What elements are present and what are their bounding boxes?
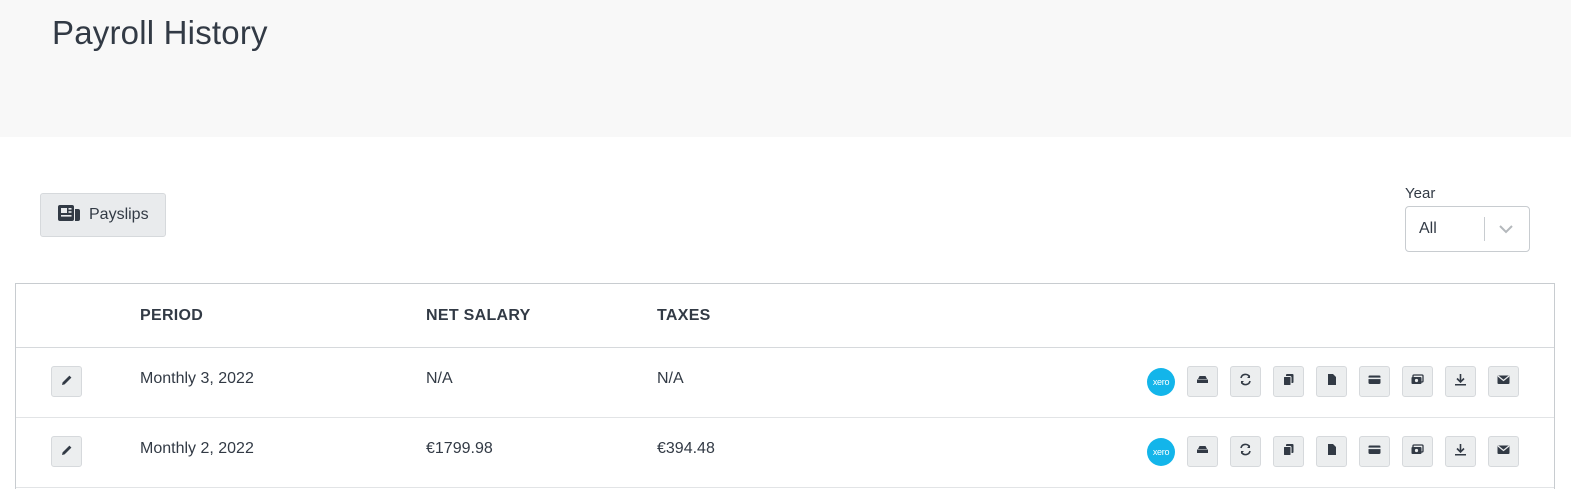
pencil-icon — [61, 443, 73, 461]
bank-icon — [1196, 443, 1209, 461]
bank-button[interactable] — [1187, 436, 1218, 467]
download-icon — [1454, 373, 1467, 391]
card-button[interactable] — [1359, 366, 1390, 397]
file-button[interactable] — [1316, 366, 1347, 397]
money-button[interactable] — [1402, 366, 1433, 397]
file-icon — [1325, 373, 1338, 391]
taxes-cell: N/A — [657, 370, 684, 387]
bank-button[interactable] — [1187, 366, 1218, 397]
email-button[interactable] — [1488, 436, 1519, 467]
period-cell: Monthly 2, 2022 — [140, 440, 254, 457]
envelope-icon — [1497, 373, 1510, 391]
money-button[interactable] — [1402, 436, 1433, 467]
net-salary-cell: N/A — [426, 370, 453, 387]
sync-button[interactable] — [1230, 366, 1261, 397]
year-select-value: All — [1419, 220, 1437, 237]
download-button[interactable] — [1445, 366, 1476, 397]
column-header-net-salary[interactable]: NET SALARY — [426, 307, 531, 325]
file-button[interactable] — [1316, 436, 1347, 467]
xero-button[interactable]: xero — [1147, 438, 1175, 466]
newspaper-icon — [58, 204, 80, 227]
table-row: Monthly 2, 2022 €1799.98 €394.48 xero — [16, 418, 1554, 488]
year-filter-label: Year — [1405, 185, 1436, 202]
period-cell: Monthly 3, 2022 — [140, 370, 254, 387]
money-icon — [1411, 443, 1424, 461]
column-header-period[interactable]: PERIOD — [140, 307, 203, 325]
card-icon — [1368, 443, 1381, 461]
page-header: Payroll History — [0, 0, 1571, 137]
file-icon — [1325, 443, 1338, 461]
sync-icon — [1239, 373, 1252, 391]
copy-button[interactable] — [1273, 366, 1304, 397]
column-header-taxes[interactable]: TAXES — [657, 307, 711, 325]
payroll-table: PERIOD NET SALARY TAXES Monthly 3, 2022 … — [15, 283, 1555, 489]
money-icon — [1411, 373, 1424, 391]
download-icon — [1454, 443, 1467, 461]
copy-button[interactable] — [1273, 436, 1304, 467]
payslips-button[interactable]: Payslips — [40, 193, 166, 237]
page-title: Payroll History — [52, 14, 268, 51]
select-divider — [1484, 217, 1485, 241]
table-header: PERIOD NET SALARY TAXES — [16, 284, 1554, 348]
envelope-icon — [1497, 443, 1510, 461]
card-icon — [1368, 373, 1381, 391]
copy-icon — [1282, 373, 1295, 391]
card-button[interactable] — [1359, 436, 1390, 467]
sync-button[interactable] — [1230, 436, 1261, 467]
copy-icon — [1282, 443, 1295, 461]
table-row: Monthly 3, 2022 N/A N/A xero — [16, 348, 1554, 418]
net-salary-cell: €1799.98 — [426, 440, 493, 457]
payslips-label: Payslips — [89, 206, 149, 223]
edit-button[interactable] — [51, 366, 82, 397]
sync-icon — [1239, 443, 1252, 461]
pencil-icon — [61, 373, 73, 391]
year-select[interactable]: All — [1405, 206, 1530, 252]
bank-icon — [1196, 373, 1209, 391]
edit-button[interactable] — [51, 436, 82, 467]
email-button[interactable] — [1488, 366, 1519, 397]
taxes-cell: €394.48 — [657, 440, 715, 457]
download-button[interactable] — [1445, 436, 1476, 467]
xero-button[interactable]: xero — [1147, 368, 1175, 396]
chevron-down-icon — [1497, 222, 1515, 236]
